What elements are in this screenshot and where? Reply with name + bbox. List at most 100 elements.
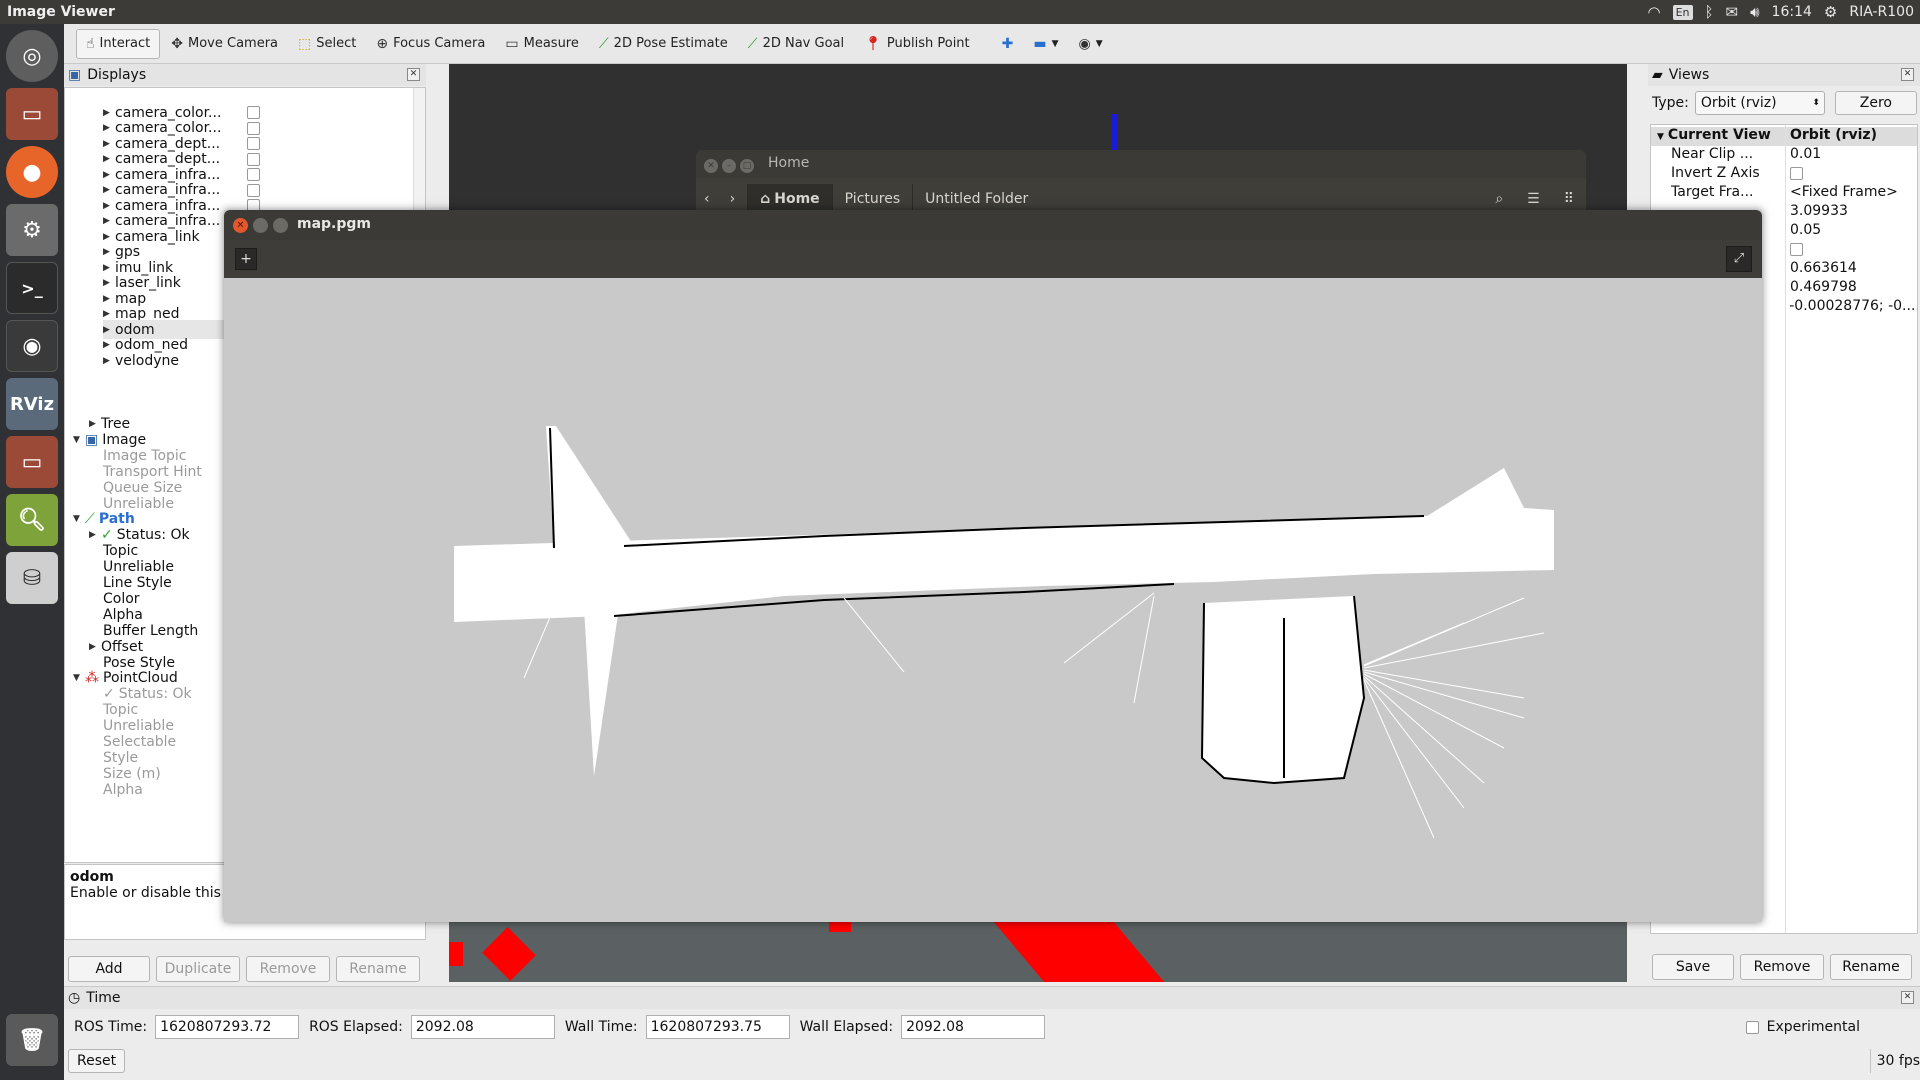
camera-icon[interactable]: ◉ — [6, 320, 58, 372]
tool-move-camera[interactable]: ✥ Move Camera — [162, 29, 287, 59]
expand-arrow-icon[interactable]: ▶ — [89, 419, 101, 429]
focus-icon: ⊕ — [376, 35, 389, 52]
pin-icon: 📍︎ — [864, 35, 882, 52]
close-icon[interactable]: ✕ — [233, 218, 248, 233]
firefox-icon[interactable]: ● — [6, 146, 58, 198]
trash-icon[interactable]: 🗑︎ — [6, 1014, 58, 1066]
bluetooth-icon[interactable]: ᛒ — [1705, 3, 1714, 21]
system-settings-icon[interactable]: ⚙ — [6, 204, 58, 256]
experimental-checkbox[interactable] — [1745, 1020, 1759, 1034]
expand-arrow-icon[interactable]: ▶ — [103, 356, 115, 366]
map-image[interactable] — [224, 278, 1762, 922]
clock-icon: ◷ — [68, 990, 81, 1006]
occupancy-map — [454, 426, 1554, 839]
add-display-button[interactable]: Add — [68, 956, 150, 982]
minimize-icon[interactable]: – — [722, 159, 736, 173]
displays-buttons: Add Duplicate Remove Rename — [68, 956, 420, 982]
close-icon[interactable]: ✕ — [1901, 991, 1914, 1004]
expand-arrow-icon[interactable]: ▶ — [103, 247, 115, 257]
close-icon[interactable]: ✕ — [407, 68, 420, 81]
tool-2d-pose-estimate[interactable]: ⟋ 2D Pose Estimate — [590, 29, 737, 59]
frame-checkbox[interactable] — [247, 183, 260, 197]
expand-arrow-icon[interactable]: ▶ — [103, 216, 115, 226]
view-type-select[interactable]: Orbit (rviz) ⬍ — [1694, 91, 1825, 115]
frame-checkbox[interactable] — [247, 121, 260, 135]
expand-arrow-icon[interactable]: ▶ — [103, 340, 115, 350]
add-tool-button[interactable]: ✚ — [993, 29, 1023, 59]
expand-arrow-icon[interactable]: ▶ — [103, 139, 115, 149]
reset-button[interactable]: Reset — [68, 1049, 126, 1073]
tool-2d-nav-goal[interactable]: ⟋ 2D Nav Goal — [739, 29, 853, 59]
terminal-icon[interactable]: >_ — [6, 262, 58, 314]
rename-display-button[interactable]: Rename — [336, 956, 420, 982]
expand-arrow-icon[interactable]: ▶ — [103, 325, 115, 335]
files-icon[interactable]: ▭ — [6, 88, 58, 140]
tool-measure[interactable]: ▭ Measure — [496, 29, 587, 59]
clock[interactable]: 16:14 — [1772, 4, 1812, 20]
minimize-icon[interactable] — [253, 218, 268, 233]
frame-checkbox[interactable] — [247, 152, 260, 166]
gallery-toggle-icon[interactable]: + — [235, 248, 257, 270]
remove-tool-button[interactable]: ▬ ▼ — [1024, 29, 1067, 59]
wall-elapsed-field[interactable]: 2092.08 — [901, 1015, 1046, 1039]
wifi-icon[interactable]: ◠ — [1647, 3, 1660, 21]
collapse-arrow-icon[interactable]: ▼ — [73, 673, 85, 683]
time-header: ◷ Time — [64, 987, 1920, 1009]
ros-elapsed-label: ROS Elapsed: — [309, 1019, 403, 1035]
ubuntu-dash-icon[interactable]: ◎ — [6, 30, 58, 82]
expand-arrow-icon[interactable]: ▶ — [103, 309, 115, 319]
expand-arrow-icon[interactable]: ▶ — [103, 201, 115, 211]
collapse-arrow-icon[interactable]: ▼ — [1657, 132, 1664, 142]
focal-fixed-checkbox[interactable] — [1790, 243, 1803, 256]
frame-checkbox[interactable] — [247, 137, 260, 150]
expand-arrow-icon[interactable]: ▶ — [103, 294, 115, 304]
invert-z-checkbox[interactable] — [1790, 167, 1803, 180]
expand-arrow-icon[interactable]: ▶ — [103, 108, 115, 118]
fullscreen-icon[interactable]: ⤢ — [1726, 246, 1752, 272]
expand-arrow-icon[interactable]: ▶ — [89, 530, 101, 540]
expand-arrow-icon[interactable]: ▶ — [103, 263, 115, 273]
frame-item[interactable]: ▶ velodyne — [103, 351, 179, 370]
frame-checkbox[interactable] — [247, 106, 260, 119]
tool-publish-point[interactable]: 📍︎ Publish Point — [855, 29, 979, 59]
wall-time-field[interactable]: 1620807293.75 — [645, 1015, 790, 1039]
save-view-button[interactable]: Save — [1652, 954, 1734, 980]
close-icon[interactable]: ✕ — [1901, 68, 1914, 81]
collapse-arrow-icon[interactable]: ▼ — [73, 514, 85, 524]
files-2-icon[interactable]: ▭ — [6, 436, 58, 488]
camera-type-button[interactable]: ◉ ▼ — [1070, 29, 1112, 59]
expand-arrow-icon[interactable]: ▶ — [89, 642, 101, 652]
tool-select[interactable]: ⬚ Select — [289, 29, 365, 59]
expand-arrow-icon[interactable]: ▶ — [103, 278, 115, 288]
ros-elapsed-field[interactable]: 2092.08 — [410, 1015, 555, 1039]
hand-icon: ☝ — [86, 35, 95, 52]
image-viewer-titlebar[interactable]: ✕ map.pgm — [224, 210, 1762, 240]
maximize-icon[interactable] — [273, 218, 288, 233]
disk-icon[interactable]: ⛁ — [6, 552, 58, 604]
zero-button[interactable]: Zero — [1834, 91, 1917, 115]
rviz-icon[interactable]: RViz — [6, 378, 58, 430]
expand-arrow-icon[interactable]: ▶ — [103, 123, 115, 133]
rename-view-button[interactable]: Rename — [1830, 954, 1912, 980]
keyboard-layout-indicator[interactable]: En — [1672, 4, 1693, 20]
remove-display-button[interactable]: Remove — [246, 956, 330, 982]
image-viewer-icon[interactable]: 🔍︎ — [6, 494, 58, 546]
mail-icon[interactable]: ✉ — [1726, 3, 1739, 21]
tool-interact[interactable]: ☝ Interact — [76, 28, 161, 59]
expand-arrow-icon[interactable]: ▶ — [103, 232, 115, 242]
maximize-icon[interactable]: □ — [740, 159, 754, 173]
remove-view-button[interactable]: Remove — [1740, 954, 1824, 980]
user-name[interactable]: RIA-R100 — [1849, 4, 1914, 20]
frame-checkbox[interactable] — [247, 168, 260, 181]
collapse-arrow-icon[interactable]: ▼ — [73, 435, 85, 445]
ros-time-field[interactable]: 1620807293.72 — [155, 1015, 300, 1039]
duplicate-display-button[interactable]: Duplicate — [156, 956, 240, 982]
expand-arrow-icon[interactable]: ▶ — [103, 154, 115, 164]
close-icon[interactable]: ✕ — [704, 159, 718, 173]
gear-icon[interactable]: ⚙ — [1824, 3, 1837, 21]
expand-arrow-icon[interactable]: ▶ — [103, 185, 115, 195]
volume-icon[interactable]: 🔊︎ — [1750, 3, 1759, 21]
prop-pc-alpha[interactable]: Alpha — [103, 780, 143, 799]
tool-focus-camera[interactable]: ⊕ Focus Camera — [367, 29, 494, 59]
expand-arrow-icon[interactable]: ▶ — [103, 170, 115, 180]
